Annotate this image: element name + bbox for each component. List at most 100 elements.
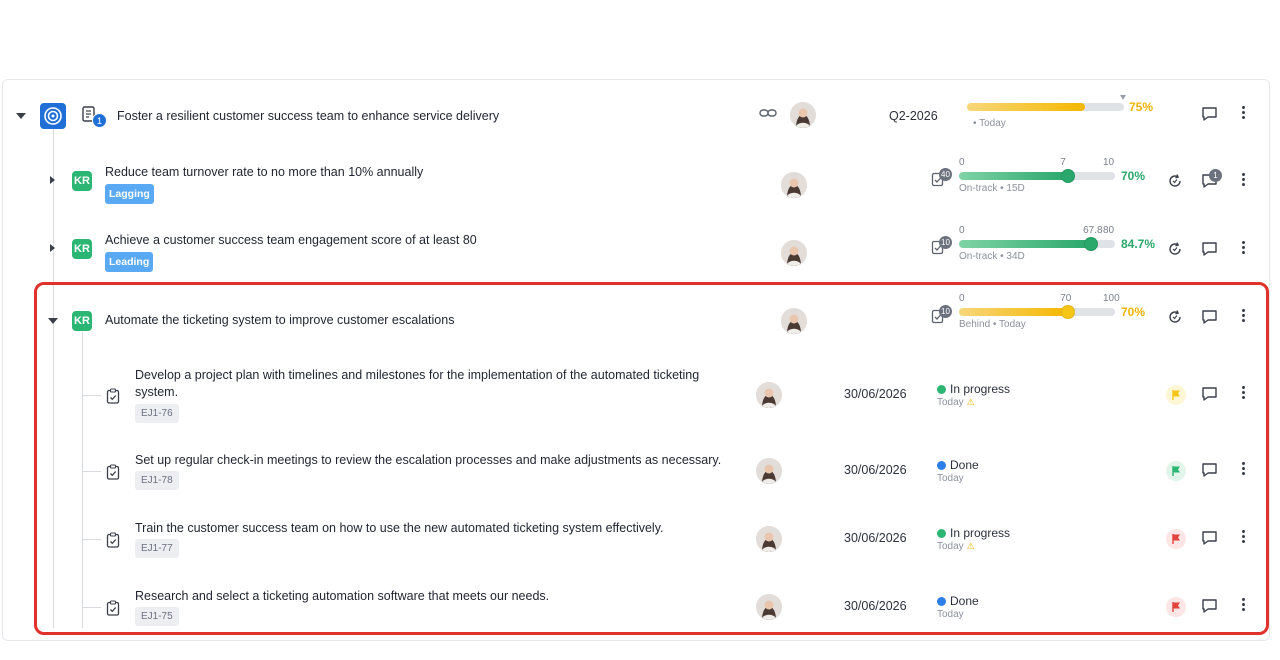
- expand-kr-toggle[interactable]: [50, 244, 55, 252]
- document-icon[interactable]: 1: [80, 105, 107, 129]
- comment-icon[interactable]: [1201, 106, 1218, 127]
- avatar[interactable]: [756, 382, 782, 408]
- progress-tick-label: 10: [1103, 157, 1115, 168]
- checkin-icon[interactable]: 10: [931, 236, 952, 257]
- task-due-date: 30/06/2026: [844, 463, 907, 477]
- checkin-refresh-icon[interactable]: [1167, 173, 1183, 194]
- task-status-sub: Today: [937, 609, 964, 620]
- task-title[interactable]: Train the customer success team on how t…: [135, 520, 735, 537]
- comment-icon[interactable]: [1201, 386, 1218, 407]
- task-status-label: In progress: [950, 382, 1011, 396]
- kr-status-sub: Behind • Today: [959, 319, 1026, 330]
- task-due-date: 30/06/2026: [844, 531, 907, 545]
- comment-icon[interactable]: [1201, 309, 1218, 330]
- task-id-chip[interactable]: EJ1-78: [135, 471, 179, 490]
- checkin-refresh-icon[interactable]: [1167, 241, 1183, 262]
- priority-flag-icon[interactable]: [1166, 461, 1186, 481]
- progress-tick-label: 0: [959, 157, 965, 168]
- task-title[interactable]: Research and select a ticketing automati…: [135, 588, 735, 605]
- comment-icon[interactable]: [1201, 598, 1218, 619]
- kr-progress-percent: 84.7%: [1121, 237, 1156, 251]
- kr-progress-fill: [959, 240, 1092, 248]
- comment-icon[interactable]: [1201, 530, 1218, 551]
- objective-progress-sub: • Today: [973, 118, 1006, 129]
- more-options-icon[interactable]: [1242, 598, 1246, 613]
- task-clipboard-icon: [106, 464, 120, 485]
- priority-flag-icon[interactable]: [1166, 385, 1186, 405]
- checkin-icon[interactable]: 10: [931, 305, 952, 326]
- avatar[interactable]: [781, 240, 807, 266]
- task-clipboard-icon: [106, 532, 120, 553]
- task-due-date: 30/06/2026: [844, 599, 907, 613]
- comment-icon[interactable]: [1201, 462, 1218, 483]
- task-status-sub-label: Today: [937, 609, 964, 620]
- avatar[interactable]: [781, 172, 807, 198]
- task-status-sub: Today ⚠: [937, 541, 975, 552]
- task-status[interactable]: Done: [937, 458, 979, 472]
- progress-tick-label: 70: [1060, 293, 1072, 304]
- notification-count-badge: 1: [92, 113, 107, 128]
- more-options-icon[interactable]: [1242, 386, 1246, 401]
- kr-title[interactable]: Achieve a customer success team engageme…: [105, 233, 477, 247]
- priority-flag-icon[interactable]: [1166, 597, 1186, 617]
- collapse-objective-toggle[interactable]: [16, 113, 26, 119]
- warning-icon: ⚠: [966, 541, 975, 551]
- more-options-icon[interactable]: [1242, 106, 1246, 121]
- task-id-chip[interactable]: EJ1-77: [135, 539, 179, 558]
- task-status-sub-label: Today: [937, 397, 964, 408]
- comment-icon[interactable]: 1: [1201, 169, 1222, 194]
- task-id-chip[interactable]: EJ1-75: [135, 607, 179, 626]
- avatar[interactable]: [781, 308, 807, 334]
- more-options-icon[interactable]: [1242, 530, 1246, 545]
- avatar[interactable]: [790, 102, 816, 128]
- progress-tick-label: 7: [1060, 157, 1066, 168]
- task-status[interactable]: In progress: [937, 526, 1010, 540]
- checkin-count: 10: [939, 305, 952, 318]
- kr-status-text: Behind: [959, 319, 991, 330]
- task-title[interactable]: Set up regular check-in meetings to revi…: [135, 452, 735, 469]
- kr-icon: KR: [72, 239, 92, 259]
- kr-status-days: 34D: [1006, 251, 1025, 262]
- kr-type-badge: Leading: [105, 252, 154, 272]
- warning-icon: ⚠: [966, 397, 975, 407]
- kr-icon: KR: [72, 311, 92, 331]
- tree-branch: [83, 539, 101, 540]
- more-options-icon[interactable]: [1242, 173, 1246, 188]
- tree-line: [53, 128, 54, 628]
- kr-progress-bar: [959, 169, 1115, 183]
- kr-status-text: On-track: [959, 251, 998, 262]
- task-clipboard-icon: [106, 388, 120, 409]
- objective-period: Q2-2026: [889, 109, 938, 123]
- task-title[interactable]: Develop a project plan with timelines an…: [135, 367, 705, 401]
- status-dot: [937, 385, 946, 394]
- objective-progress-percent: 75%: [1129, 100, 1154, 114]
- avatar[interactable]: [756, 526, 782, 552]
- progress-tick-label: 67.8: [1083, 225, 1103, 236]
- checkin-icon[interactable]: 40: [931, 168, 952, 189]
- task-status-sub: Today ⚠: [937, 397, 975, 408]
- objective-title[interactable]: Foster a resilient customer success team…: [117, 109, 499, 123]
- task-status[interactable]: Done: [937, 594, 979, 608]
- status-dot: [937, 529, 946, 538]
- kr-status-days: Today: [999, 319, 1026, 330]
- more-options-icon[interactable]: [1242, 241, 1246, 256]
- avatar[interactable]: [756, 458, 782, 484]
- more-options-icon[interactable]: [1242, 462, 1246, 477]
- task-status[interactable]: In progress: [937, 382, 1010, 396]
- kr-title[interactable]: Reduce team turnover rate to no more tha…: [105, 165, 423, 179]
- link-icon[interactable]: [759, 106, 777, 125]
- checkin-refresh-icon[interactable]: [1167, 309, 1183, 330]
- avatar[interactable]: [756, 594, 782, 620]
- checkin-count: 10: [939, 236, 952, 249]
- kr-status-days: 15D: [1006, 183, 1025, 194]
- checkin-count: 40: [939, 168, 952, 181]
- kr-title[interactable]: Automate the ticketing system to improve…: [105, 313, 454, 327]
- collapse-kr-toggle[interactable]: [48, 318, 58, 324]
- objective-progress-bar: [967, 103, 1124, 111]
- priority-flag-icon[interactable]: [1166, 529, 1186, 549]
- more-options-icon[interactable]: [1242, 309, 1246, 324]
- expand-kr-toggle[interactable]: [50, 176, 55, 184]
- comment-icon[interactable]: [1201, 241, 1218, 262]
- status-dot: [937, 597, 946, 606]
- task-id-chip[interactable]: EJ1-76: [135, 404, 179, 423]
